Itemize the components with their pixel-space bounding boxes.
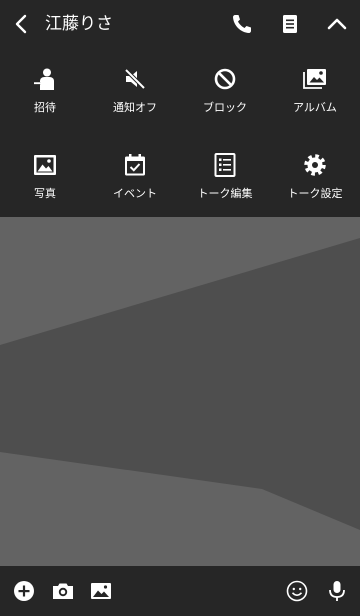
menu-item-label: 招待 (34, 101, 56, 114)
invite-icon (34, 68, 54, 90)
chat-title: 江藤りさ (45, 14, 113, 34)
menu-item-mute[interactable]: 通知オフ (90, 51, 180, 131)
menu-item-label: トーク編集 (197, 187, 253, 200)
settings-icon (304, 154, 326, 176)
edit-talk-icon (214, 153, 236, 177)
camera-icon[interactable] (51, 579, 75, 603)
menu-item-edit-talk[interactable]: トーク編集 (180, 137, 270, 217)
menu-item-talk-settings[interactable]: トーク設定 (270, 137, 360, 217)
phone-icon[interactable] (229, 11, 255, 37)
photo-icon (34, 155, 56, 175)
menu-item-event[interactable]: イベント (90, 137, 180, 217)
menu-item-block[interactable]: ブロック (180, 51, 270, 131)
album-icon (303, 69, 326, 89)
background-pattern (0, 217, 360, 566)
menu-item-label: 写真 (34, 187, 56, 200)
menu-item-photo[interactable]: 写真 (0, 137, 90, 217)
menu-item-label: トーク設定 (287, 187, 343, 200)
block-icon (214, 68, 236, 90)
chat-background (0, 217, 360, 566)
collapse-icon[interactable] (324, 11, 350, 37)
menu-item-label: アルバム (293, 101, 337, 114)
back-icon[interactable] (8, 10, 36, 38)
event-icon (125, 154, 145, 176)
image-icon[interactable] (89, 579, 113, 603)
menu-item-label: 通知オフ (113, 101, 157, 114)
plus-icon[interactable] (12, 579, 36, 603)
menu-item-label: イベント (113, 187, 157, 200)
chat-header: 江藤りさ (0, 0, 360, 49)
menu-item-album[interactable]: アルバム (270, 51, 360, 131)
menu-item-invite[interactable]: 招待 (0, 51, 90, 131)
microphone-icon[interactable] (325, 579, 349, 603)
menu-item-label: ブロック (203, 101, 247, 114)
chat-menu-panel: 招待 通知オフ ブロック アルバム 写真 イベント トーク編集 トーク設定 (0, 49, 360, 217)
notes-icon[interactable] (277, 11, 303, 37)
mute-icon (124, 68, 146, 90)
input-bar (0, 566, 360, 616)
emoji-icon[interactable] (285, 579, 309, 603)
